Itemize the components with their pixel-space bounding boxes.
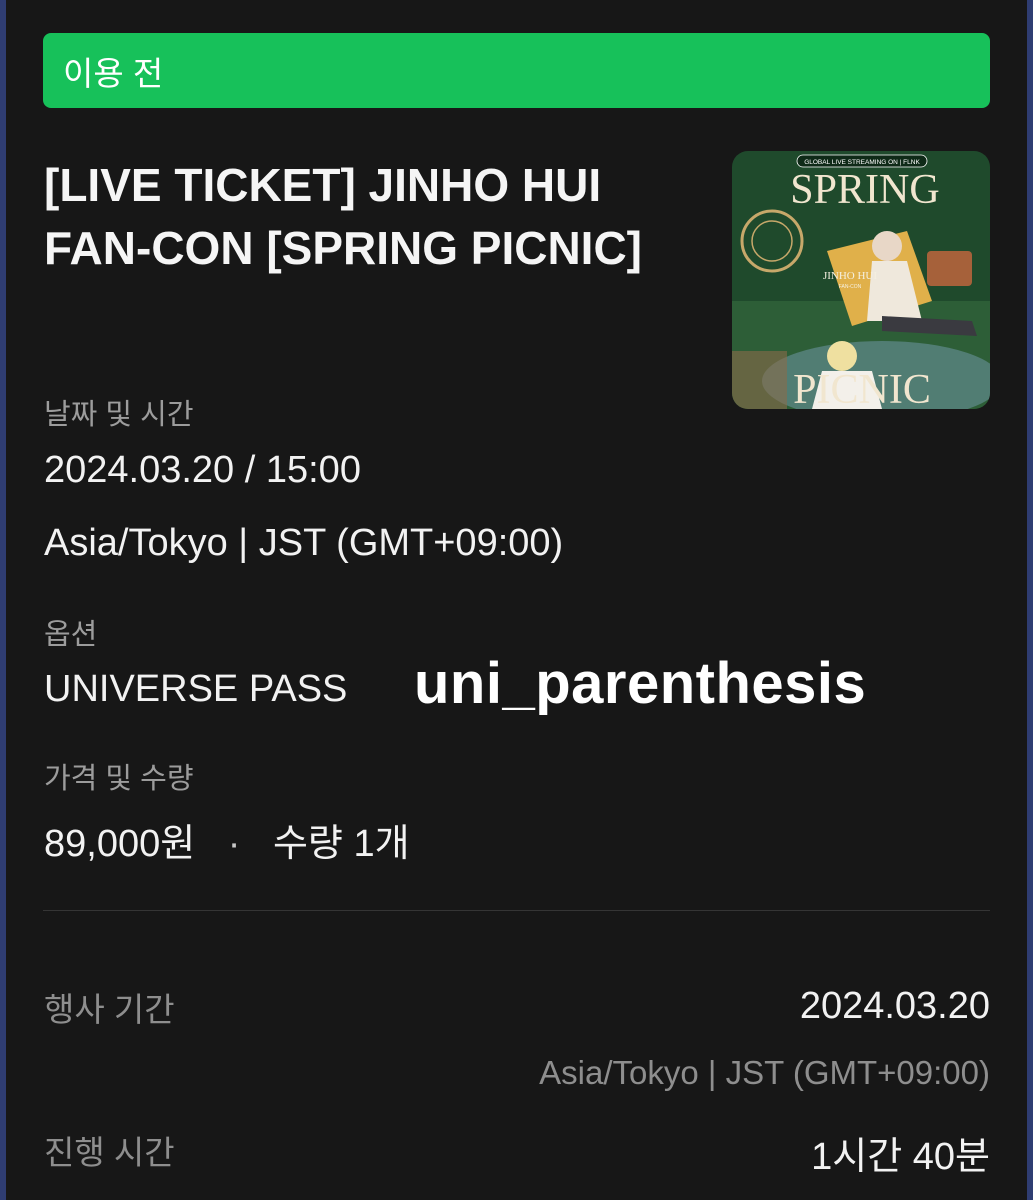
ticket-detail-screen: 이용 전 [LIVE TICKET] JINHO HUI FAN-CON [SP… [6, 0, 1027, 1200]
price-value: 89,000원 [44, 823, 196, 865]
ticket-title: [LIVE TICKET] JINHO HUI FAN-CON [SPRING … [44, 159, 642, 274]
quantity-value: 수량 1개 [272, 823, 410, 865]
event-period-value: 2024.03.20 [799, 985, 990, 1027]
event-period-timezone: Asia/Tokyo | JST (GMT+09:00) [539, 1054, 990, 1091]
poster-artist: JINHO HUI [823, 270, 877, 282]
poster-line1: SPRING [790, 167, 939, 213]
option-label: 옵션 [44, 619, 98, 651]
status-label: 이용 전 [63, 54, 164, 92]
event-poster-image[interactable]: GLOBAL LIVE STREAMING ON | FLNK SPRING J… [732, 151, 990, 409]
datetime-value: 2024.03.20 / 15:00 [44, 449, 361, 491]
section-divider [43, 910, 990, 911]
watermark-text: uni_parenthesis [414, 651, 867, 716]
duration-value: 1시간 40분 [811, 1136, 990, 1178]
datetime-label: 날짜 및 시간 [44, 399, 194, 431]
price-separator: · [227, 823, 241, 865]
event-period-label: 행사 기간 [44, 991, 175, 1028]
timezone-value: Asia/Tokyo | JST (GMT+09:00) [44, 522, 564, 564]
poster-line2: PICNIC [793, 367, 931, 409]
price-quantity-row: 89,000원 · 수량 1개 [44, 812, 410, 867]
poster-top-text: GLOBAL LIVE STREAMING ON | FLNK [804, 159, 920, 166]
duration-label: 진행 시간 [44, 1134, 175, 1171]
price-label: 가격 및 수량 [44, 763, 194, 795]
option-value: UNIVERSE PASS [44, 668, 348, 710]
status-badge: 이용 전 [43, 33, 990, 108]
poster-subtitle: FAN-CON [839, 284, 862, 290]
